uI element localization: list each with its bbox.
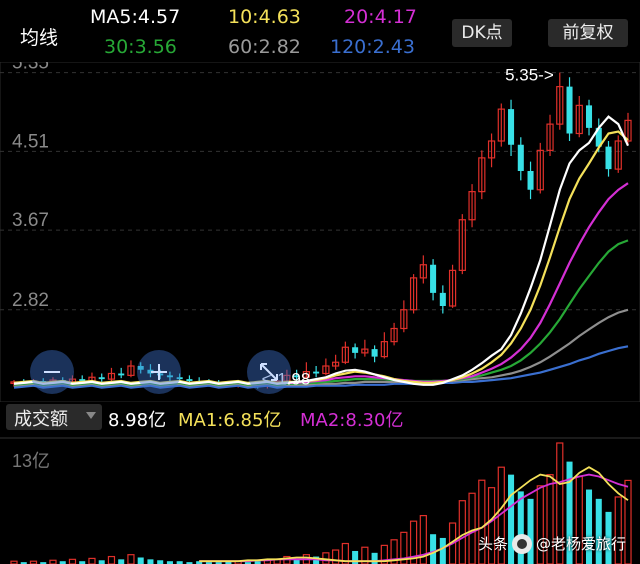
zoom-in-button[interactable] xyxy=(137,350,181,394)
y-tick-label: 4.51 xyxy=(12,131,49,152)
volume-bar-up xyxy=(458,500,466,564)
volume-bar-down xyxy=(147,559,154,564)
expand-button[interactable] xyxy=(247,350,291,394)
y-tick-label: 2.82 xyxy=(12,290,49,311)
high-annotation: 5.35-> xyxy=(505,66,554,85)
volume-axis-label: 13亿 xyxy=(12,451,50,471)
volume-bar-down xyxy=(527,498,534,564)
candle-down xyxy=(566,86,573,134)
candle-down xyxy=(352,347,359,353)
volume-bar-down xyxy=(157,560,164,564)
volume-bar-down xyxy=(371,552,378,564)
y-tick-label: 3.67 xyxy=(12,210,49,231)
candle-down xyxy=(517,144,524,171)
volume-bar-up xyxy=(107,555,116,564)
indicator-selector[interactable]: 成交额 xyxy=(6,404,102,430)
volume-bar-up xyxy=(49,559,57,564)
volume-value: 8.98亿 xyxy=(108,410,167,431)
ma-header: 均线 MA5:4.57 10:4.63 20:4.17 30:3.56 60:2… xyxy=(0,0,640,62)
caret-down-icon xyxy=(86,412,96,419)
ma30-value: 30:3.56 xyxy=(104,36,177,58)
ma20-line xyxy=(13,182,629,385)
watermark: 头条 @老杨爱旅行 xyxy=(477,533,626,554)
volume-bar-down xyxy=(430,534,437,564)
watermark-author: @老杨爱旅行 xyxy=(535,534,626,553)
volume-bar-up xyxy=(88,557,96,564)
forward-adjust-button[interactable]: 前复权 xyxy=(548,19,628,47)
volume-bar-down xyxy=(595,498,602,564)
minus-icon xyxy=(44,371,60,373)
ma10-value: 10:4.63 xyxy=(228,6,301,28)
ma30-line xyxy=(13,239,629,386)
volume-ma1: MA1:6.85亿 xyxy=(178,410,282,431)
ma5-line xyxy=(13,115,630,386)
candle-down xyxy=(585,105,593,128)
volume-bar-down xyxy=(98,560,105,564)
candle-down xyxy=(430,264,437,293)
volume-bar-up xyxy=(331,549,340,564)
volume-header: 成交额 8.98亿 MA1:6.85亿 MA2:8.30亿 xyxy=(0,399,640,435)
ma10-line xyxy=(13,130,629,385)
volume-bar-up xyxy=(468,492,476,564)
volume-bar-up xyxy=(127,554,135,564)
volume-bar-down xyxy=(137,557,144,564)
volume-ma2: MA2:8.30亿 xyxy=(300,410,404,431)
price-frame xyxy=(0,62,640,402)
candle-down xyxy=(508,109,515,145)
zoom-out-button[interactable] xyxy=(30,350,74,394)
candle-down xyxy=(527,171,534,190)
candle-down xyxy=(605,146,612,170)
price-chart[interactable]: 5.354.513.672.82 5.35-><-1.98 xyxy=(0,62,640,402)
candle-down xyxy=(313,371,320,374)
watermark-prefix: 头条 xyxy=(477,534,508,553)
y-tick-label: 5.35 xyxy=(12,62,49,74)
ma5-value: MA5:4.57 xyxy=(90,6,181,28)
candle-down xyxy=(439,292,446,306)
volume-bar-down xyxy=(439,537,446,564)
volume-bar-up xyxy=(68,558,77,564)
candle-down xyxy=(118,373,125,376)
avatar-icon xyxy=(511,534,532,554)
ma-title[interactable]: 均线 xyxy=(20,23,58,50)
ma120-value: 120:2.43 xyxy=(330,36,415,58)
indicator-selector-label: 成交额 xyxy=(14,409,68,430)
volume-bar-down xyxy=(118,559,125,564)
candle-down xyxy=(186,379,193,381)
expand-icon xyxy=(260,363,278,381)
dk-point-button[interactable]: DK点 xyxy=(452,19,512,47)
plus-icon xyxy=(151,364,167,380)
candle-down xyxy=(371,349,378,357)
candle-down xyxy=(98,377,105,380)
ma60-value: 60:2.82 xyxy=(228,36,301,58)
ma20-value: 20:4.17 xyxy=(344,6,417,28)
